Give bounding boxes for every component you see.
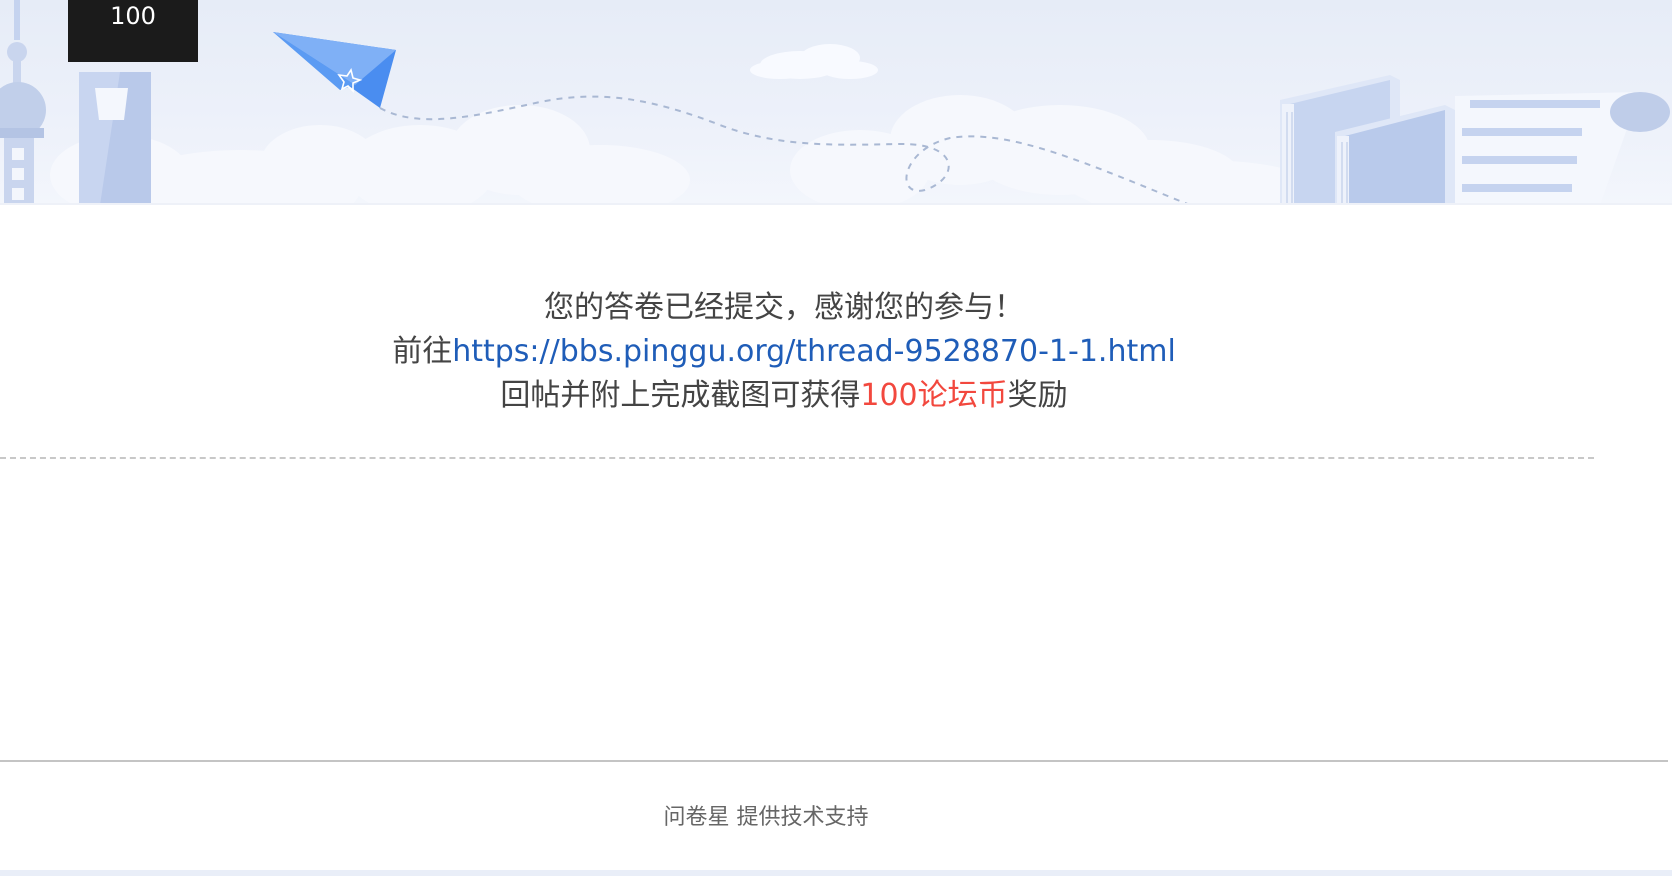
goto-label: 前往	[392, 334, 453, 369]
header-banner	[0, 0, 1672, 205]
cloud-icon	[50, 95, 1320, 205]
completion-message: 您的答卷已经提交，感谢您的参与！ 前往https://bbs.pinggu.or…	[0, 286, 1568, 418]
tower-icon	[0, 0, 46, 205]
wjx-brand-link[interactable]: 问卷星	[663, 805, 729, 830]
banner-divider	[0, 203, 1672, 205]
skyscraper-icon	[79, 72, 151, 205]
score-badge: 100	[68, 0, 198, 62]
footer-divider	[0, 760, 1668, 762]
forum-thread-link[interactable]: https://bbs.pinggu.org/thread-9528870-1-…	[452, 334, 1176, 369]
footer: 问卷星 提供技术支持	[0, 800, 1532, 836]
paper-plane-icon	[273, 32, 396, 108]
banner-illustration	[0, 0, 1670, 205]
score-value: 100	[110, 2, 156, 30]
cloud-icon	[750, 44, 878, 79]
reward-instruction: 回帖并附上完成截图可获得	[500, 378, 861, 413]
reward-suffix: 奖励	[1007, 378, 1068, 413]
reward-amount: 100论坛币	[860, 378, 1008, 413]
bottom-strip	[0, 870, 1672, 876]
books-icon	[1280, 75, 1455, 205]
scroll-icon	[1455, 92, 1670, 205]
tech-support-text: 提供技术支持	[736, 805, 869, 830]
reward-line: 回帖并附上完成截图可获得100论坛币奖励	[0, 374, 1568, 418]
forum-link-line: 前往https://bbs.pinggu.org/thread-9528870-…	[0, 330, 1568, 374]
dashed-divider	[0, 457, 1594, 459]
survey-complete-page: 100 您的答卷已经提交，感谢您的参与！ 前往https://bbs.pingg…	[0, 0, 1672, 876]
thanks-text: 您的答卷已经提交，感谢您的参与！	[544, 290, 1024, 325]
